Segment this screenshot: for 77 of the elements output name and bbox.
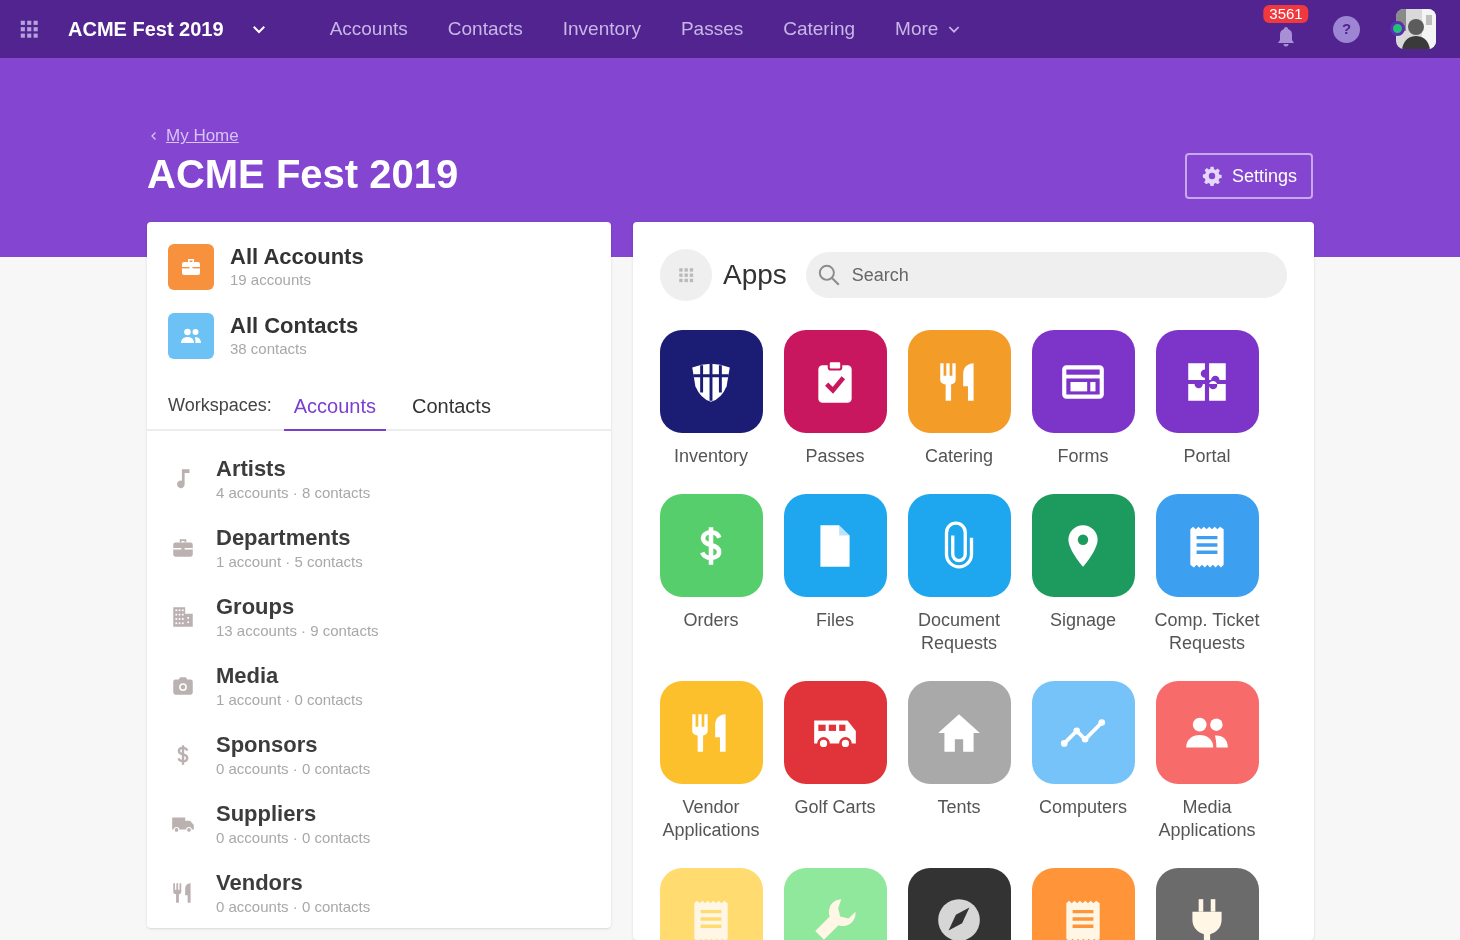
- app-tile[interactable]: [907, 330, 1011, 433]
- workspace-tab[interactable]: Contacts: [401, 391, 501, 431]
- app-tile[interactable]: [907, 494, 1011, 597]
- app-label: Golf Carts: [793, 796, 877, 819]
- workspace-count: 0 accounts · 0 contacts: [216, 828, 371, 848]
- workspaces-label: Workspaces:: [168, 394, 272, 417]
- workspace-link[interactable]: Artists: [216, 455, 371, 483]
- event-title: ACME Fest 2019: [68, 17, 224, 42]
- workspace-count: 0 accounts · 0 contacts: [216, 897, 371, 917]
- app-tile[interactable]: [783, 681, 887, 784]
- app-tile[interactable]: [1031, 681, 1135, 784]
- summary-icon-tile[interactable]: [168, 244, 214, 290]
- nav-link[interactable]: Inventory: [542, 14, 661, 44]
- workspace-count: 1 account · 5 contacts: [216, 552, 363, 572]
- app-label: Vendor Applications: [661, 796, 761, 842]
- apps-menu-button[interactable]: [18, 18, 40, 40]
- page-title: ACME Fest 2019: [147, 151, 459, 198]
- app-tile[interactable]: [1155, 330, 1259, 433]
- summary-count: 19 accounts: [230, 270, 312, 290]
- workspace-count: 4 accounts · 8 contacts: [216, 483, 371, 503]
- app-tile[interactable]: [1031, 868, 1135, 940]
- app-label: Media Applications: [1157, 796, 1257, 842]
- workspace-link[interactable]: Departments: [216, 524, 363, 552]
- app-tile[interactable]: [783, 494, 887, 597]
- workspace-link[interactable]: Sponsors: [216, 731, 371, 759]
- workspace-tab[interactable]: Accounts: [283, 391, 386, 431]
- app-label: Computers: [1038, 796, 1128, 819]
- app-tile[interactable]: [659, 681, 763, 784]
- app-tile[interactable]: [907, 681, 1011, 784]
- settings-button[interactable]: Settings: [1184, 153, 1313, 199]
- nav-link[interactable]: Catering: [763, 14, 876, 44]
- app-label: Inventory: [672, 445, 749, 468]
- app-label: Orders: [682, 609, 740, 632]
- summary-count: 38 contacts: [230, 339, 308, 359]
- summary-title-link[interactable]: All Contacts: [230, 313, 359, 339]
- workspace-link[interactable]: Groups: [216, 593, 379, 621]
- app-tile[interactable]: [783, 868, 887, 940]
- grid-icon: [677, 266, 695, 284]
- app-label: Forms: [1056, 445, 1110, 468]
- search-field[interactable]: Search: [805, 252, 1287, 298]
- notification-count-badge: 3561: [1263, 5, 1309, 23]
- app-tile[interactable]: [907, 868, 1011, 940]
- app-label: Passes: [804, 445, 866, 468]
- summary-icon-tile[interactable]: [168, 313, 214, 359]
- app-tile[interactable]: [659, 330, 763, 433]
- breadcrumb-link[interactable]: My Home: [166, 123, 239, 149]
- building-icon: [170, 604, 196, 630]
- gear-icon: [1200, 165, 1223, 187]
- app-label: Comp. Ticket Requests: [1153, 609, 1261, 655]
- workspace-count: 13 accounts · 9 contacts: [216, 621, 379, 641]
- help-button[interactable]: ?: [1333, 15, 1360, 43]
- app-tile[interactable]: [1155, 494, 1259, 597]
- app-tile[interactable]: [1155, 681, 1259, 784]
- app-tile[interactable]: [1155, 868, 1259, 940]
- workspace-link[interactable]: Vendors: [216, 869, 371, 897]
- app-tile[interactable]: [659, 868, 763, 940]
- app-label: Files: [815, 609, 855, 632]
- app-tile[interactable]: [783, 330, 887, 433]
- summary-title-link[interactable]: All Accounts: [230, 244, 364, 270]
- app-label: Signage: [1048, 609, 1118, 632]
- app-tile[interactable]: [1031, 494, 1135, 597]
- app-label: Catering: [923, 445, 994, 468]
- apps-heading: Apps: [723, 258, 787, 292]
- nav-link[interactable]: Passes: [660, 14, 764, 44]
- app-tile[interactable]: [659, 494, 763, 597]
- app-label: Document Requests: [916, 609, 1001, 655]
- app-label: Portal: [1182, 445, 1232, 468]
- nav-link[interactable]: Contacts: [427, 14, 543, 44]
- workspace-link[interactable]: Media: [216, 662, 363, 690]
- workspace-count: 0 accounts · 0 contacts: [216, 759, 371, 779]
- app-label: Tents: [936, 796, 982, 819]
- workspace-link[interactable]: Suppliers: [216, 800, 371, 828]
- grid-icon: [18, 18, 40, 40]
- app-tile[interactable]: [1031, 330, 1135, 433]
- nav-link[interactable]: Accounts: [309, 14, 428, 44]
- workspace-count: 1 account · 0 contacts: [216, 690, 363, 710]
- more-menu-button[interactable]: More: [875, 14, 983, 44]
